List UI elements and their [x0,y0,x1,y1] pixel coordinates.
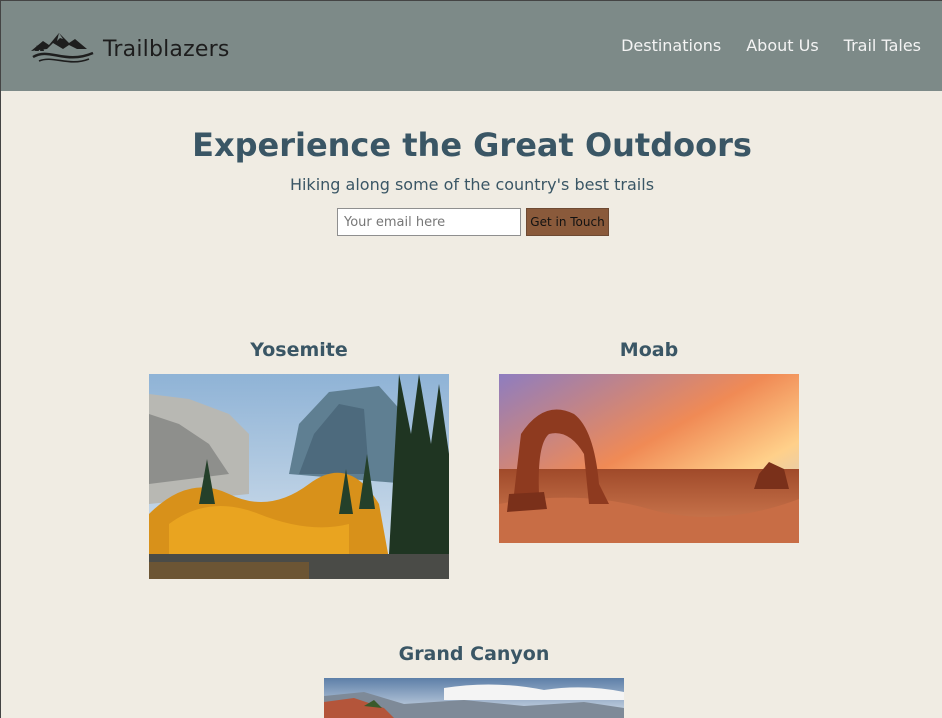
logo[interactable]: Trailblazers [29,27,230,72]
brand-name: Trailblazers [103,37,230,62]
nav-trail-tales[interactable]: Trail Tales [844,36,921,55]
destination-title-yosemite: Yosemite [250,339,348,361]
destination-title-grand-canyon: Grand Canyon [398,643,550,665]
site-header: Trailblazers Destinations About Us Trail… [1,0,942,91]
get-in-touch-button[interactable]: Get in Touch [526,208,609,236]
moab-photo [499,374,799,543]
hero-subtitle: Hiking along some of the country's best … [289,175,655,194]
yosemite-photo [149,374,449,579]
email-input[interactable] [337,208,521,236]
main-nav: Destinations About Us Trail Tales [621,36,921,55]
nav-about-us[interactable]: About Us [746,36,818,55]
mountain-logo-icon [29,27,97,72]
hero-title: Experience the Great Outdoors [192,126,752,164]
destination-title-moab: Moab [619,339,679,361]
grand-canyon-photo [324,678,624,718]
nav-destinations[interactable]: Destinations [621,36,721,55]
